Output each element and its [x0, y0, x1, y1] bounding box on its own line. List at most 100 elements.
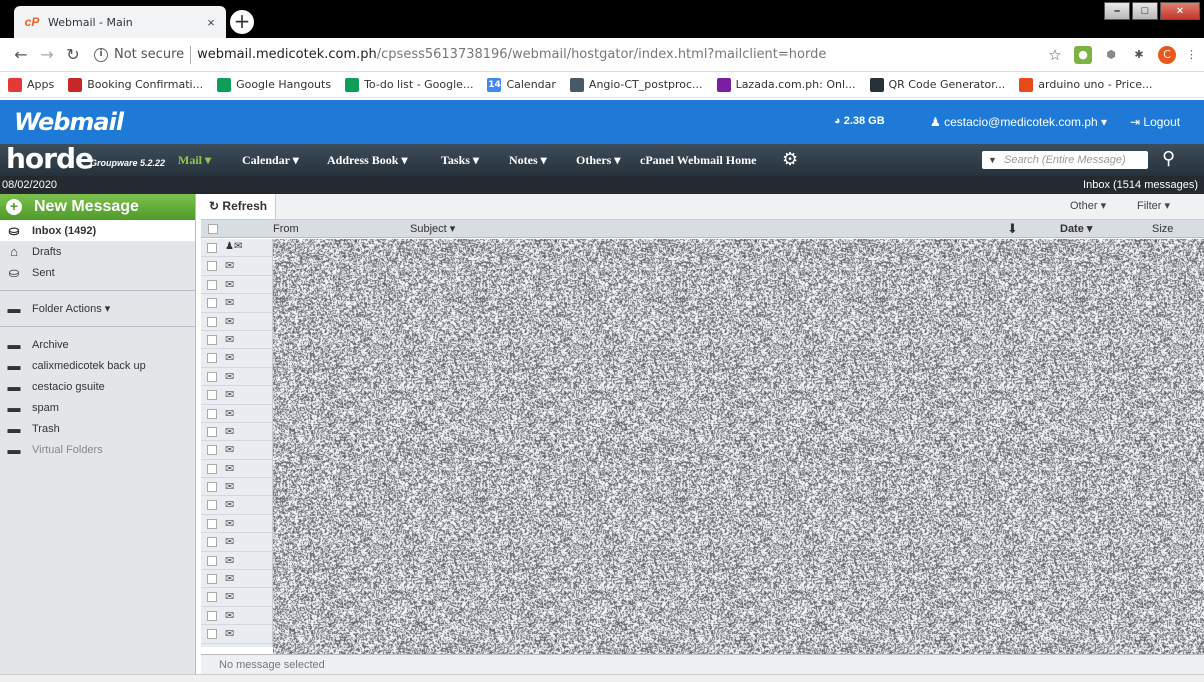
bookmark-star-icon[interactable]: ☆	[1046, 46, 1064, 64]
bookmark-item[interactable]: To-do list - Google...	[345, 78, 473, 92]
sidebar-item-virtual-folders[interactable]: ▬ Virtual Folders	[0, 439, 195, 460]
row-checkbox[interactable]	[207, 482, 217, 492]
extension-shield-icon[interactable]: ⬢	[1102, 46, 1120, 64]
nav-tasks[interactable]: Tasks ▾	[441, 144, 479, 176]
bookmark-item[interactable]: Booking Confirmati...	[68, 78, 203, 92]
extensions-puzzle-icon[interactable]: ✱	[1130, 46, 1148, 64]
row-checkbox[interactable]	[207, 335, 217, 345]
table-row[interactable]: ✉	[201, 496, 272, 514]
row-checkbox[interactable]	[207, 445, 217, 455]
table-row[interactable]: ✉	[201, 386, 272, 404]
table-row[interactable]: ✉	[201, 331, 272, 349]
search-input[interactable]: ▼ Search (Entire Message)	[982, 151, 1148, 169]
search-icon[interactable]: ⚲	[1162, 148, 1175, 169]
table-row[interactable]: ✉	[201, 607, 272, 625]
row-checkbox[interactable]	[207, 390, 217, 400]
row-checkbox[interactable]	[207, 353, 217, 363]
nav-address-book[interactable]: Address Book ▾	[327, 144, 408, 176]
table-row[interactable]: ✉	[201, 441, 272, 459]
table-row[interactable]: ✉	[201, 405, 272, 423]
table-row[interactable]: ✉	[201, 294, 272, 312]
close-window-button[interactable]: ×	[1160, 2, 1200, 20]
row-checkbox[interactable]	[207, 280, 217, 290]
profile-avatar[interactable]: C	[1158, 46, 1176, 64]
table-row[interactable]: ✉	[201, 533, 272, 551]
table-row[interactable]: ♟✉	[201, 239, 272, 257]
nav-calendar[interactable]: Calendar ▾	[242, 144, 299, 176]
url-field[interactable]: webmail.medicotek.com.ph/cpsess561373819…	[197, 47, 1036, 62]
user-menu[interactable]: ♟ cestacio@medicotek.com.ph ▾	[930, 115, 1107, 129]
row-checkbox[interactable]	[207, 500, 217, 510]
other-menu[interactable]: Other ▾	[1070, 194, 1106, 219]
sidebar-item-folder[interactable]: ▬ cestacio gsuite	[0, 376, 195, 397]
tab-close-icon[interactable]: ×	[204, 15, 218, 30]
browser-tab[interactable]: cP Webmail - Main ×	[14, 6, 226, 38]
back-arrow-icon[interactable]: ←	[8, 45, 34, 64]
row-checkbox[interactable]	[207, 537, 217, 547]
sidebar-item-inbox[interactable]: ⛀ Inbox (1492)	[0, 220, 195, 241]
select-all-checkbox[interactable]	[208, 224, 218, 234]
minimize-button[interactable]: –	[1104, 2, 1130, 20]
column-from[interactable]: From	[273, 220, 299, 238]
table-row[interactable]: ✉	[201, 423, 272, 441]
filter-menu[interactable]: Filter ▾	[1137, 194, 1170, 219]
security-indicator[interactable]: i Not secure	[94, 47, 184, 62]
new-tab-button[interactable]: +	[230, 10, 254, 34]
row-checkbox[interactable]	[207, 592, 217, 602]
row-checkbox[interactable]	[207, 372, 217, 382]
bookmark-item[interactable]: Apps	[8, 78, 54, 92]
row-checkbox[interactable]	[207, 574, 217, 584]
row-checkbox[interactable]	[207, 298, 217, 308]
table-row[interactable]: ✉	[201, 313, 272, 331]
bookmark-item[interactable]: Lazada.com.ph: Onl...	[717, 78, 856, 92]
sidebar-item-folder[interactable]: ▬ Trash	[0, 418, 195, 439]
nav-mail[interactable]: Mail ▾	[178, 144, 211, 176]
nav-others[interactable]: Others ▾	[576, 144, 620, 176]
webmail-logo[interactable]: Webmail	[14, 108, 123, 136]
nav-notes[interactable]: Notes ▾	[509, 144, 547, 176]
bookmark-item[interactable]: QR Code Generator...	[870, 78, 1006, 92]
table-row[interactable]: ✉	[201, 515, 272, 533]
bookmark-item[interactable]: Angio-CT_postproc...	[570, 78, 703, 92]
horizontal-scrollbar[interactable]	[0, 674, 1204, 682]
folder-actions-menu[interactable]: ▬ Folder Actions ▾	[0, 298, 195, 319]
search-scope-dropdown-icon[interactable]: ▼	[988, 151, 997, 169]
gear-icon[interactable]: ⚙	[782, 149, 798, 169]
row-checkbox[interactable]	[207, 427, 217, 437]
refresh-button[interactable]: ↻ Refresh	[201, 194, 276, 219]
column-size[interactable]: Size	[1152, 220, 1173, 238]
row-checkbox[interactable]	[207, 409, 217, 419]
sidebar-item-folder[interactable]: ▬ Archive	[0, 334, 195, 355]
forward-arrow-icon[interactable]: →	[34, 45, 60, 64]
sidebar-item-sent[interactable]: ⛀ Sent	[0, 262, 195, 283]
table-row[interactable]: ✉	[201, 368, 272, 386]
extension-green-icon[interactable]: ●	[1074, 46, 1092, 64]
nav-cpanel-home[interactable]: cPanel Webmail Home	[640, 144, 756, 176]
table-row[interactable]: ✉	[201, 349, 272, 367]
bookmark-item[interactable]: arduino uno - Price...	[1019, 78, 1152, 92]
column-date[interactable]: Date ▾	[1060, 220, 1092, 238]
table-row[interactable]: ✉	[201, 552, 272, 570]
row-checkbox[interactable]	[207, 556, 217, 566]
browser-menu-icon[interactable]: ⋮	[1186, 46, 1196, 64]
row-checkbox[interactable]	[207, 611, 217, 621]
row-checkbox[interactable]	[207, 261, 217, 271]
maximize-button[interactable]: □	[1132, 2, 1158, 20]
row-checkbox[interactable]	[207, 519, 217, 529]
column-subject[interactable]: Subject ▾	[410, 220, 455, 238]
table-row[interactable]: ✉	[201, 570, 272, 588]
bookmark-item[interactable]: Google Hangouts	[217, 78, 331, 92]
row-checkbox[interactable]	[207, 464, 217, 474]
sidebar-item-folder[interactable]: ▬ spam	[0, 397, 195, 418]
row-checkbox[interactable]	[207, 317, 217, 327]
table-row[interactable]: ✉	[201, 460, 272, 478]
bookmark-item[interactable]: 14 Calendar	[487, 78, 555, 92]
horde-logo[interactable]: horde	[6, 144, 93, 174]
sidebar-item-folder[interactable]: ▬ calixmedicotek back up	[0, 355, 195, 376]
table-row[interactable]: ✉	[201, 625, 272, 643]
logout-link[interactable]: ⇥ Logout	[1130, 115, 1180, 129]
table-row[interactable]: ✉	[201, 276, 272, 294]
table-row[interactable]: ✉	[201, 588, 272, 606]
reload-icon[interactable]: ↻	[60, 45, 86, 64]
sidebar-item-drafts[interactable]: ⌂ Drafts	[0, 241, 195, 262]
